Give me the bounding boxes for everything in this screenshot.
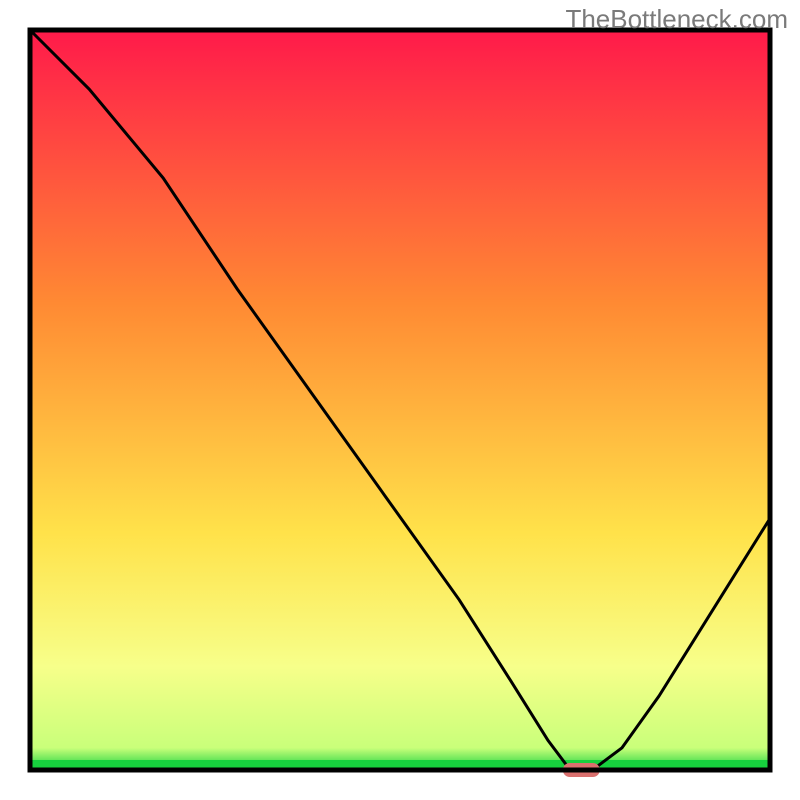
chart-frame: TheBottleneck.com xyxy=(0,0,800,800)
chart-canvas xyxy=(0,0,800,800)
watermark-text: TheBottleneck.com xyxy=(565,4,788,35)
gradient-plot-area xyxy=(30,30,770,770)
